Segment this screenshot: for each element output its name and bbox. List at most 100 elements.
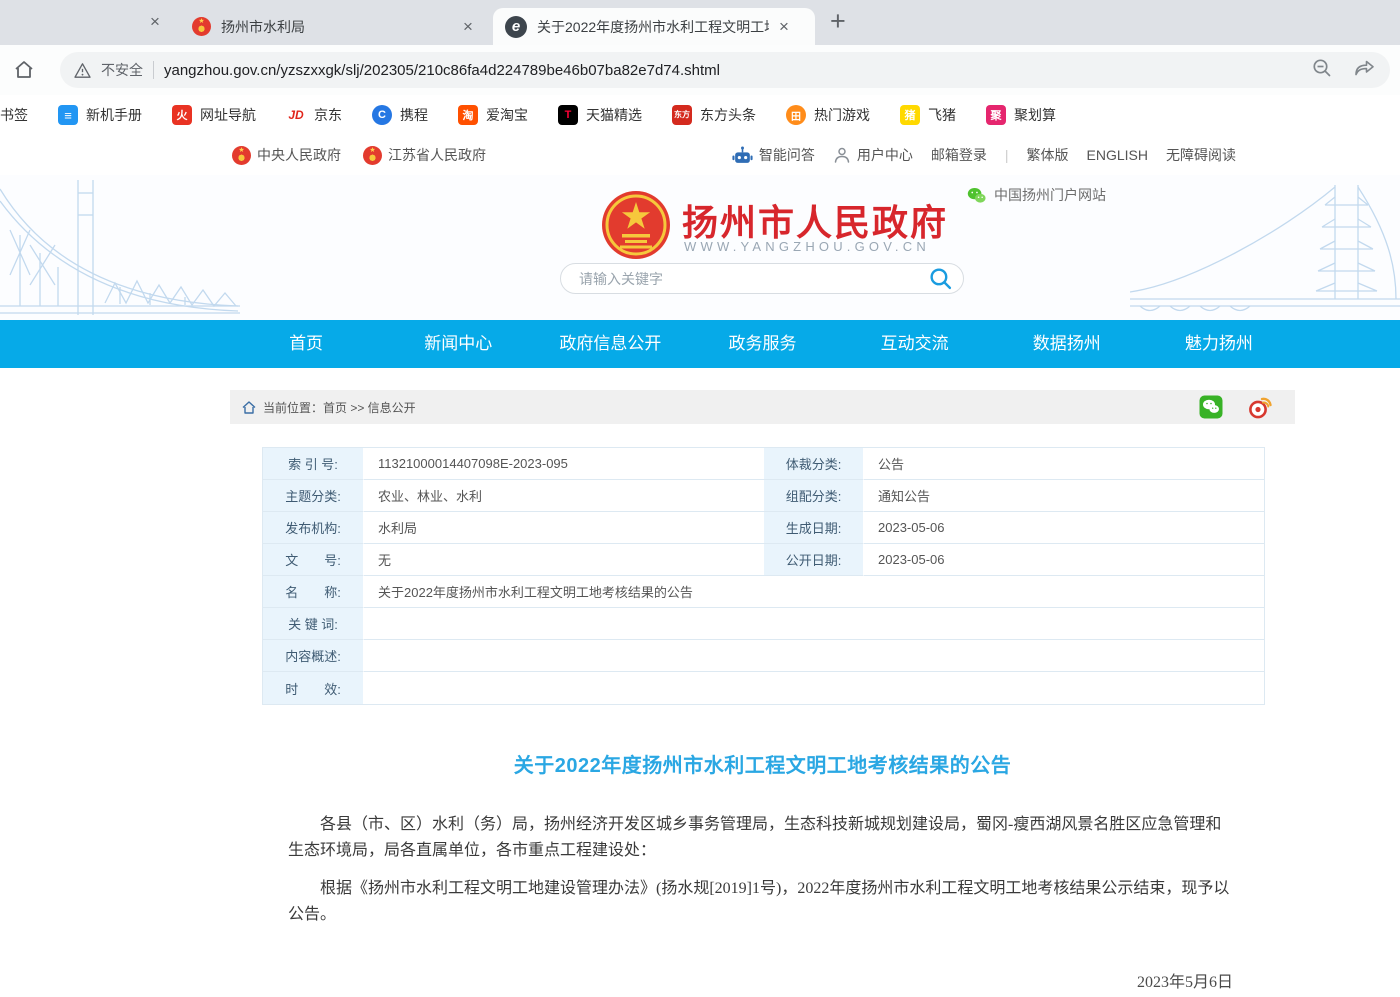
not-secure-warning-icon <box>74 63 91 78</box>
manual-book-icon: ≡ <box>58 105 78 125</box>
meta-value-summary <box>364 640 1264 672</box>
portal-site-link[interactable]: 中国扬州门户网站 <box>967 185 1106 205</box>
article-title: 关于2022年度扬州市水利工程文明工地考核结果的公告 <box>230 749 1295 778</box>
game-icon: 田 <box>786 105 806 125</box>
nav-interaction[interactable]: 互动交流 <box>839 320 991 368</box>
site-nav-icon: 火 <box>172 105 192 125</box>
breadcrumb[interactable]: 当前位置：首页 >> 信息公开 <box>263 399 416 416</box>
close-icon[interactable]: × <box>150 13 160 30</box>
nav-charming-yangzhou[interactable]: 魅力扬州 <box>1143 320 1295 368</box>
bookmark-hot-games[interactable]: 田 热门游戏 <box>786 105 870 125</box>
ctrip-dolphin-icon: C <box>372 105 392 125</box>
link-jiangsu-government[interactable]: 江苏省人民政府 <box>363 145 486 165</box>
meta-label: 名 称: <box>263 576 364 608</box>
meta-value-created-date: 2023-05-06 <box>864 512 1264 544</box>
meta-label: 公开日期: <box>764 544 864 576</box>
divider <box>153 61 154 79</box>
share-icon[interactable] <box>1353 58 1376 83</box>
tab-yangzhou-water-bureau[interactable]: 扬州市水利局 × <box>180 8 488 45</box>
bookmark-dongfang-toutiao[interactable]: 东方 东方头条 <box>672 105 756 125</box>
article-date: 2023年5月6日 <box>230 968 1233 992</box>
emblem-icon <box>363 146 382 165</box>
search-icon[interactable] <box>928 266 953 291</box>
nav-data-yangzhou[interactable]: 数据扬州 <box>991 320 1143 368</box>
browser-toolbar: 不安全 yangzhou.gov.cn/yzszxxgk/slj/202305/… <box>0 45 1400 95</box>
meta-value-validity <box>364 672 1264 704</box>
robot-icon <box>732 146 753 165</box>
meta-value-index-number: 11321000014407098E-2023-095 <box>364 448 764 480</box>
main-nav: 首页 新闻中心 政府信息公开 政务服务 互动交流 数据扬州 魅力扬州 <box>0 320 1400 368</box>
tab-title: 扬州市水利局 <box>221 17 453 37</box>
link-mail-login[interactable]: 邮箱登录 <box>931 145 987 165</box>
meta-value-publisher: 水利局 <box>364 512 764 544</box>
jd-icon: JD <box>286 105 306 125</box>
bookmark-phone-bookmarks[interactable]: 机书签 <box>0 105 28 125</box>
close-icon[interactable]: × <box>463 18 473 35</box>
tab-strip: × 扬州市水利局 × e 关于2022年度扬州市水利工程文明工地 × + <box>0 0 1400 45</box>
breadcrumb-bar: 当前位置：首页 >> 信息公开 <box>230 390 1295 424</box>
nav-news-center[interactable]: 新闻中心 <box>382 320 534 368</box>
close-icon[interactable]: × <box>779 18 789 35</box>
link-accessibility[interactable]: 无障碍阅读 <box>1166 145 1236 165</box>
juhuasuan-icon: 聚 <box>986 105 1006 125</box>
dongfang-icon: 东方 <box>672 105 692 125</box>
home-icon[interactable] <box>12 58 36 87</box>
search-input[interactable] <box>577 270 928 288</box>
meta-label: 时 效: <box>263 672 364 704</box>
meta-label: 主题分类: <box>263 480 364 512</box>
meta-value-title: 关于2022年度扬州市水利工程文明工地考核结果的公告 <box>364 576 1264 608</box>
meta-value-topic: 农业、林业、水利 <box>364 480 764 512</box>
divider: | <box>1005 147 1009 163</box>
address-bar[interactable]: 不安全 yangzhou.gov.cn/yzszxxgk/slj/202305/… <box>60 52 1390 88</box>
fliggy-pig-icon: 猪 <box>900 105 920 125</box>
site-url-text: WWW.YANGZHOU.GOV.CN <box>684 239 930 254</box>
meta-label: 生成日期: <box>764 512 864 544</box>
bookmark-tmall[interactable]: T 天猫精选 <box>558 105 642 125</box>
new-tab-button[interactable]: + <box>830 6 846 37</box>
bookmark-fliggy[interactable]: 猪 飞猪 <box>900 105 956 125</box>
meta-value-doc-number: 无 <box>364 544 764 576</box>
url-text[interactable]: yangzhou.gov.cn/yzszxxgk/slj/202305/210c… <box>164 62 1291 79</box>
meta-value-genre: 公告 <box>864 448 1264 480</box>
site-favicon-icon: e <box>505 16 527 38</box>
security-status: 不安全 <box>101 60 143 80</box>
bookmark-itaobao[interactable]: 淘 爱淘宝 <box>458 105 528 125</box>
link-user-center[interactable]: 用户中心 <box>833 145 913 165</box>
bookmark-jd[interactable]: JD 京东 <box>286 105 342 125</box>
wechat-share-icon[interactable] <box>1199 395 1223 419</box>
browser-window: × 扬州市水利局 × e 关于2022年度扬州市水利工程文明工地 × + 不安全… <box>0 0 1400 997</box>
bookmark-site-navigation[interactable]: 火 网址导航 <box>172 105 256 125</box>
emblem-favicon-icon <box>192 17 211 36</box>
meta-value-keywords <box>364 608 1264 640</box>
meta-label: 关 键 词: <box>263 608 364 640</box>
tmall-icon: T <box>558 105 578 125</box>
meta-label: 索 引 号: <box>263 448 364 480</box>
zoom-out-icon[interactable] <box>1311 57 1333 84</box>
nav-gov-info-disclosure[interactable]: 政府信息公开 <box>534 320 686 368</box>
meta-value-publish-date: 2023-05-06 <box>864 544 1264 576</box>
link-traditional-chinese[interactable]: 繁体版 <box>1027 145 1069 165</box>
meta-label: 内容概述: <box>263 640 364 672</box>
link-smart-qa[interactable]: 智能问答 <box>732 145 815 165</box>
bookmark-juhuasuan[interactable]: 聚 聚划算 <box>986 105 1056 125</box>
pagoda-line-art <box>1130 175 1400 320</box>
meta-label: 体裁分类: <box>764 448 864 480</box>
tab-current-article[interactable]: e 关于2022年度扬州市水利工程文明工地 × <box>493 8 815 45</box>
user-icon <box>833 146 851 164</box>
gov-utility-bar: 中央人民政府 江苏省人民政府 智能问答 用户中心 邮箱登录 | <box>0 135 1400 175</box>
bookmark-ctrip[interactable]: C 携程 <box>372 105 428 125</box>
link-central-government[interactable]: 中央人民政府 <box>232 145 341 165</box>
emblem-icon <box>232 146 251 165</box>
nav-home[interactable]: 首页 <box>230 320 382 368</box>
taobao-icon: 淘 <box>458 105 478 125</box>
home-icon <box>242 401 256 414</box>
article-paragraph: 根据《扬州市水利工程文明工地建设管理办法》(扬水规[2019]1号)，2022年… <box>288 876 1233 928</box>
bookmark-manual[interactable]: ≡ 新机手册 <box>58 105 142 125</box>
weibo-share-icon[interactable] <box>1247 395 1273 419</box>
article-paragraph: 各县（市、区）水利（务）局，扬州经济开发区城乡事务管理局，生态科技新城规划建设局… <box>288 812 1233 864</box>
site-search <box>560 263 964 294</box>
link-english[interactable]: ENGLISH <box>1087 147 1148 163</box>
nav-gov-services[interactable]: 政务服务 <box>686 320 838 368</box>
wechat-icon <box>967 187 986 204</box>
bridge-line-art <box>0 175 240 320</box>
